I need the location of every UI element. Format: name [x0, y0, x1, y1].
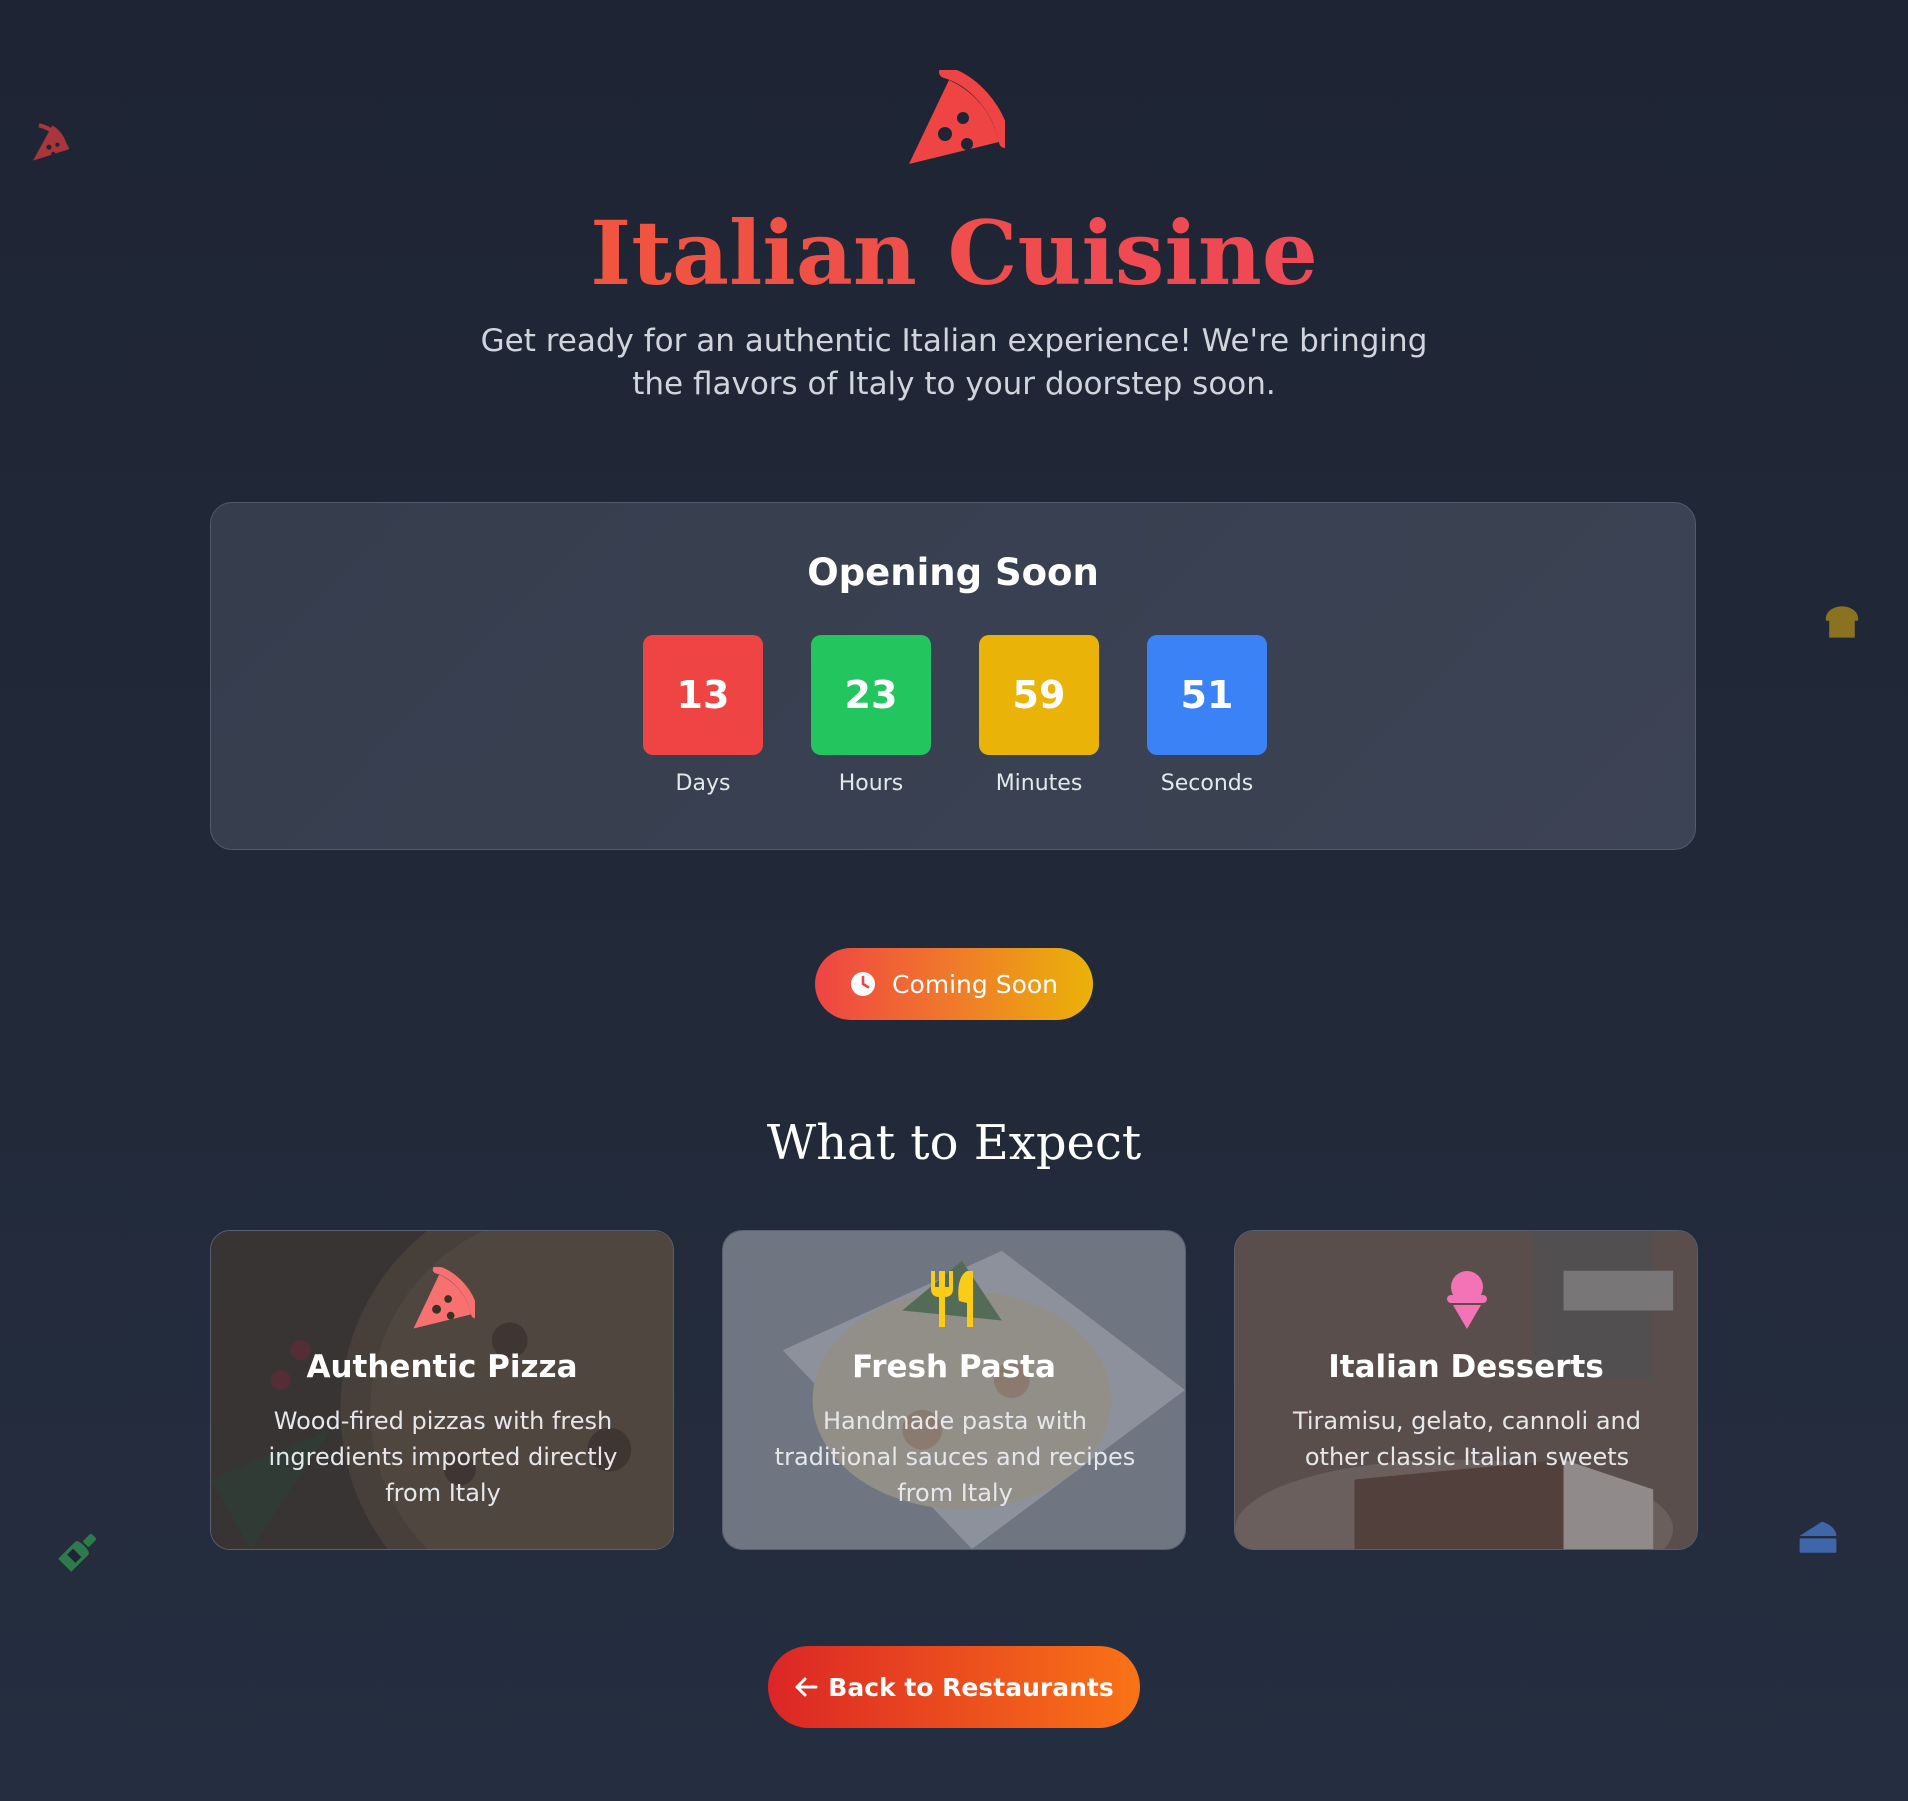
coming-soon-label: Coming Soon: [891, 969, 1058, 999]
arrow-left-icon: [795, 1677, 818, 1697]
coming-soon-badge: Coming Soon: [815, 948, 1093, 1020]
page-subtitle: Get ready for an authentic Italian exper…: [480, 323, 1428, 402]
floating-wine-bottle-icon: [58, 1533, 97, 1572]
countdown-days-value: 13: [643, 635, 763, 755]
countdown-days-label: Days: [675, 771, 731, 796]
countdown-title: Opening Soon: [807, 551, 1099, 594]
feature-description: Wood-fired pizzas with fresh ingredients…: [268, 1407, 618, 1507]
countdown-days: 13 Days: [643, 635, 763, 796]
feature-card-desserts: Italian Desserts Tiramisu, gelato, canno…: [1234, 1230, 1698, 1550]
floating-bread-icon: [1825, 606, 1859, 638]
feature-title: Fresh Pasta: [852, 1349, 1056, 1385]
feature-title: Authentic Pizza: [306, 1349, 578, 1385]
floating-cheese-icon: [1799, 1521, 1837, 1553]
ice-cream-icon: [1447, 1271, 1487, 1329]
feature-card-pasta: Fresh Pasta Handmade pasta with traditio…: [722, 1230, 1186, 1550]
section-title: What to Expect: [766, 1115, 1142, 1171]
countdown-minutes-value: 59: [979, 635, 1099, 755]
pizza-slice-icon: [413, 1267, 475, 1329]
feature-title: Italian Desserts: [1328, 1349, 1604, 1385]
pizza-slice-icon: [909, 70, 1005, 164]
clock-icon: [850, 972, 875, 996]
countdown-card: Opening Soon 13 Days 23 Hours 59 Minutes…: [210, 502, 1696, 850]
countdown-minutes-label: Minutes: [995, 771, 1083, 796]
countdown-seconds: 51 Seconds: [1147, 635, 1267, 796]
countdown-hours: 23 Hours: [811, 635, 931, 796]
back-button-label: Back to Restaurants: [828, 1672, 1114, 1702]
countdown-hours-value: 23: [811, 635, 931, 755]
countdown-hours-label: Hours: [838, 771, 904, 796]
feature-description: Handmade pasta with traditional sauces a…: [774, 1407, 1136, 1507]
utensils-icon: [931, 1271, 973, 1327]
floating-pizza-icon: [33, 123, 70, 161]
feature-card-pizza: Authentic Pizza Wood-fired pizzas with f…: [210, 1230, 674, 1550]
countdown-seconds-label: Seconds: [1160, 771, 1254, 796]
back-to-restaurants-button[interactable]: Back to Restaurants: [768, 1646, 1140, 1728]
countdown-minutes: 59 Minutes: [979, 635, 1099, 796]
countdown-seconds-value: 51: [1147, 635, 1267, 755]
feature-description: Tiramisu, gelato, cannoli and other clas…: [1292, 1407, 1642, 1471]
page-title: Italian Cuisine: [0, 198, 1908, 308]
